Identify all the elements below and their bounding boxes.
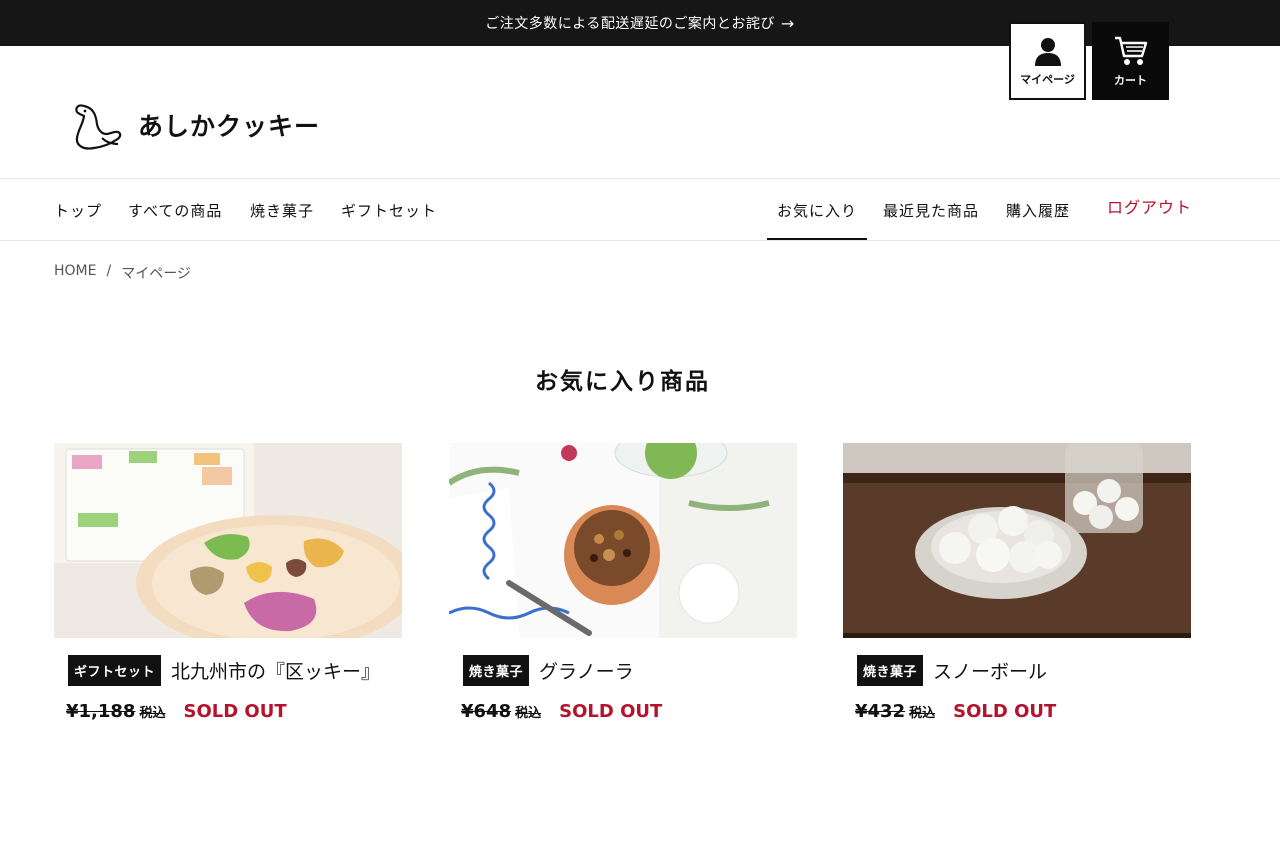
tax-label: 税込 [515, 706, 542, 721]
product-price: ¥648 [461, 701, 512, 722]
breadcrumb-home[interactable]: HOME [54, 263, 96, 283]
sold-out-label: SOLD OUT [559, 701, 663, 722]
product-name-row: ギフトセット 北九州市の『区ッキー』 [68, 655, 402, 686]
user-icon [1034, 38, 1061, 66]
announcement-text[interactable]: ご注文多数による配送遅延のご案内とお詫び [485, 13, 775, 33]
product-name[interactable]: グラノーラ [539, 657, 634, 684]
arrow-right-icon: → [780, 13, 795, 33]
product-card[interactable]: ギフトセット 北九州市の『区ッキー』 ¥1,188 税込 SOLD OUT [54, 443, 402, 722]
cart-icon [1114, 36, 1147, 65]
nav-item-recently-viewed[interactable]: 最近見た商品 [883, 180, 979, 240]
cart-label: カート [1114, 74, 1147, 87]
main-nav: トップ すべての商品 焼き菓子 ギフトセット お気に入り 最近見た商品 購入履歴… [0, 180, 1280, 241]
nav-item-top[interactable]: トップ [54, 180, 102, 240]
nav-item-order-history[interactable]: 購入履歴 [1006, 180, 1070, 240]
product-image-kukky[interactable] [54, 443, 402, 638]
sea-lion-icon [75, 104, 122, 150]
product-price: ¥432 [855, 701, 906, 722]
price-row: ¥1,188 税込 SOLD OUT [66, 701, 402, 722]
product-image-snowball[interactable] [843, 443, 1191, 638]
page-title: お気に入り商品 [535, 368, 710, 395]
breadcrumb: HOME / マイページ [54, 263, 191, 283]
site-header: あしかクッキー マイページ カート [0, 22, 1280, 179]
product-name-row: 焼き菓子 グラノーラ [463, 655, 797, 686]
breadcrumb-current: マイページ [121, 266, 191, 282]
nav-item-all-products[interactable]: すべての商品 [128, 180, 222, 240]
product-card[interactable]: 焼き菓子 スノーボール ¥432 税込 SOLD OUT [843, 443, 1191, 722]
price-row: ¥432 税込 SOLD OUT [855, 701, 1191, 722]
category-badge: ギフトセット [68, 655, 162, 686]
category-badge: 焼き菓子 [463, 655, 530, 686]
category-badge: 焼き菓子 [857, 655, 924, 686]
tax-label: 税込 [909, 706, 936, 721]
announcement-bar[interactable]: ご注文多数による配送遅延のご案内とお詫び → [0, 0, 1280, 46]
nav-item-favorites[interactable]: お気に入り [766, 180, 868, 240]
product-name-row: 焼き菓子 スノーボール [857, 655, 1191, 686]
mypage-button[interactable]: マイページ [1009, 22, 1086, 100]
nav-item-baked-goods[interactable]: 焼き菓子 [250, 180, 314, 240]
mypage-label: マイページ [1020, 73, 1075, 86]
product-card[interactable]: 焼き菓子 グラノーラ ¥648 税込 SOLD OUT [449, 443, 797, 722]
sold-out-label: SOLD OUT [953, 701, 1057, 722]
tax-label: 税込 [139, 706, 166, 721]
product-name[interactable]: 北九州市の『区ッキー』 [171, 657, 380, 684]
breadcrumb-separator: / [106, 263, 112, 279]
product-name[interactable]: スノーボール [933, 657, 1047, 684]
nav-item-gift-set[interactable]: ギフトセット [341, 180, 437, 240]
brand-name: あしかクッキー [138, 112, 321, 141]
product-price: ¥1,188 [66, 701, 136, 722]
price-row: ¥648 税込 SOLD OUT [461, 701, 797, 722]
sold-out-label: SOLD OUT [183, 701, 287, 722]
product-image-granola[interactable] [449, 443, 797, 638]
logout-link[interactable]: ログアウト [1107, 176, 1192, 236]
logo[interactable]: あしかクッキー [72, 100, 320, 150]
cart-button[interactable]: カート [1092, 22, 1169, 100]
